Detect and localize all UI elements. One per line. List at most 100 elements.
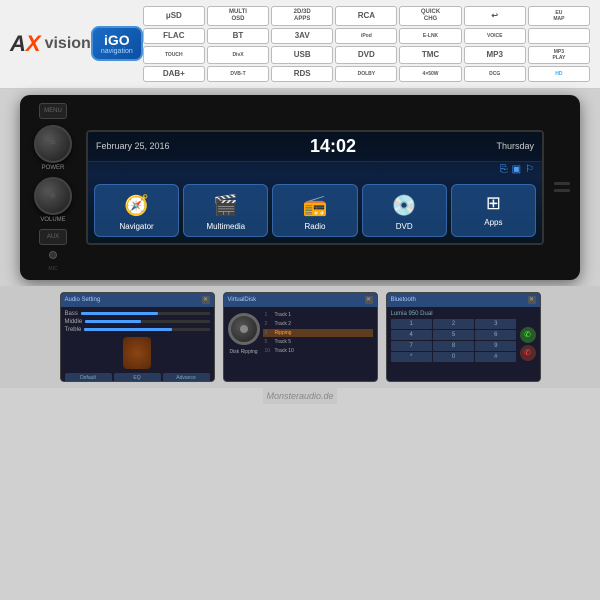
- bt-key-9[interactable]: 9: [475, 341, 516, 351]
- bt-key-star[interactable]: *: [391, 352, 432, 362]
- virtualdisk-content: Disk Ripping 1Track 1 2Track 2 3Ripping …: [224, 307, 377, 381]
- logo-x: X: [26, 31, 41, 56]
- audio-title: Audio Setting: [65, 297, 200, 303]
- feature-mp3play: MP3PLAY: [528, 46, 590, 64]
- menu-label: MENU: [44, 108, 62, 114]
- apps-icon: ⊞: [486, 193, 501, 214]
- feature-elink: E-LNK: [399, 28, 461, 44]
- audio-close-btn[interactable]: ✕: [202, 296, 210, 304]
- menu-grid: 🧭 Navigator 🎬 Multimedia 📻 Radio 💿 DVD: [88, 178, 542, 243]
- power-knob[interactable]: ⏻: [34, 125, 72, 163]
- bluetooth-close-btn[interactable]: ✕: [528, 296, 536, 304]
- dvd-icon: 💿: [392, 193, 417, 218]
- feature-dvbt: DVB-T: [207, 66, 269, 82]
- feature-dvd: DVD: [335, 46, 397, 64]
- audio-content: Bass Middle Treble: [61, 307, 214, 381]
- main-container: AX vision iGO navigation μSD MULTIOSD 2D…: [0, 0, 600, 600]
- screen-status-icons: ⎘ ▣ ⚐: [88, 164, 542, 178]
- bass-fill: [81, 312, 158, 315]
- virtualdisk-close-btn[interactable]: ✕: [365, 296, 373, 304]
- menu-dvd[interactable]: 💿 DVD: [362, 184, 447, 237]
- bt-key-5[interactable]: 5: [433, 330, 474, 340]
- slot-1: [554, 182, 570, 185]
- bt-key-3[interactable]: 3: [475, 319, 516, 329]
- menu-button[interactable]: MENU: [39, 103, 67, 119]
- track-1: 1Track 1: [263, 311, 373, 319]
- menu-apps[interactable]: ⊞ Apps: [451, 184, 536, 237]
- eq-btn[interactable]: EQ: [114, 373, 161, 382]
- screen: February 25, 2016 14:02 Thursday ⎘ ▣ ⚐ 🧭…: [88, 132, 542, 243]
- igo-label: iGO: [104, 32, 130, 48]
- feature-blank: [528, 28, 590, 44]
- watermark: Monsteraudio.de: [263, 388, 336, 404]
- track-list: 1Track 1 2Track 2 3Ripping 5Track 5 10Tr…: [263, 311, 373, 355]
- feature-maps: EUMAP: [528, 6, 590, 26]
- eq-knob: [123, 337, 151, 369]
- call-accept-btn[interactable]: ✆: [520, 327, 536, 343]
- feature-grid: μSD MULTIOSD 2D/3DAPPS RCA QUICKCHG ↩ EU…: [143, 6, 590, 82]
- middle-track[interactable]: [85, 320, 209, 323]
- thumbnail-audio: Audio Setting ✕ Bass Middle Trebl: [60, 292, 215, 382]
- bass-track[interactable]: [81, 312, 210, 315]
- disk-circle: [228, 313, 260, 345]
- bass-label: Bass: [65, 311, 78, 317]
- rip-label: Disk Ripping: [229, 349, 257, 355]
- feature-microsd: μSD: [143, 6, 205, 26]
- bt-key-hash[interactable]: #: [475, 352, 516, 362]
- menu-radio[interactable]: 📻 Radio: [272, 184, 357, 237]
- feature-3av: 3AV: [271, 28, 333, 44]
- treble-track[interactable]: [84, 328, 209, 331]
- igo-badge: iGO navigation: [91, 26, 143, 61]
- feature-4x50w: 4×50W: [399, 66, 461, 82]
- bt-numpad: 1 2 3 4 5 6 7 8 9 * 0 #: [391, 319, 517, 362]
- track-2: 2Track 2: [263, 320, 373, 328]
- feature-tmc: TMC: [399, 46, 461, 64]
- device-body: MENU ⏻ POWER ◎ VOLUME AUX MIC February 2…: [20, 95, 580, 280]
- mic-label: MIC: [48, 266, 57, 272]
- bt-key-1[interactable]: 1: [391, 319, 432, 329]
- power-indicator: ⏻: [51, 140, 56, 147]
- bluetooth-title: Bluetooth: [391, 297, 526, 303]
- bt-key-8[interactable]: 8: [433, 341, 474, 351]
- volume-indicator: ◎: [50, 192, 55, 199]
- feature-mp3: MP3: [464, 46, 526, 64]
- menu-multimedia[interactable]: 🎬 Multimedia: [183, 184, 268, 237]
- navigator-icon: 🧭: [124, 193, 149, 218]
- bt-key-2[interactable]: 2: [433, 319, 474, 329]
- feature-hd: HD: [528, 66, 590, 82]
- feature-usb: USB: [271, 46, 333, 64]
- feature-rotate: ↩: [464, 6, 526, 26]
- advance-btn[interactable]: Advance: [163, 373, 210, 382]
- treble-label: Treble: [65, 327, 82, 333]
- usb-icon: ⚐: [525, 164, 534, 175]
- audio-buttons: Default EQ Advance: [65, 373, 210, 382]
- dvd-label: DVD: [396, 222, 413, 231]
- treble-fill: [84, 328, 172, 331]
- brand-name: vision: [45, 35, 91, 53]
- bt-key-4[interactable]: 4: [391, 330, 432, 340]
- bluetooth-content: Lumia 950 Dual 1 2 3 4 5 6 7 8 9 * 0 #: [387, 307, 540, 381]
- menu-navigator[interactable]: 🧭 Navigator: [94, 184, 179, 237]
- bt-device-name: Lumia 950 Dual: [391, 311, 517, 317]
- bt-key-0[interactable]: 0: [433, 352, 474, 362]
- aux-button[interactable]: AUX: [39, 229, 67, 245]
- feature-2d3d: 2D/3DAPPS: [271, 6, 333, 26]
- volume-knob[interactable]: ◎: [34, 177, 72, 215]
- track-5: 5Track 5: [263, 338, 373, 346]
- feature-rds: RDS: [271, 66, 333, 82]
- igo-sub-label: navigation: [101, 48, 133, 55]
- sim-icon: ▣: [512, 164, 521, 175]
- bt-key-6[interactable]: 6: [475, 330, 516, 340]
- microphone: [49, 251, 57, 259]
- brand-logo: AX: [10, 31, 41, 57]
- feature-qc: QUICKCHG: [399, 6, 461, 26]
- call-end-btn[interactable]: ✆: [520, 345, 536, 361]
- top-banner: AX vision iGO navigation μSD MULTIOSD 2D…: [0, 0, 600, 89]
- treble-row: Treble: [65, 327, 210, 333]
- middle-label: Middle: [65, 319, 83, 325]
- default-btn[interactable]: Default: [65, 373, 112, 382]
- aux-label: AUX: [47, 234, 59, 240]
- volume-label: VOLUME: [40, 217, 65, 223]
- bt-key-7[interactable]: 7: [391, 341, 432, 351]
- radio-label: Radio: [305, 222, 326, 231]
